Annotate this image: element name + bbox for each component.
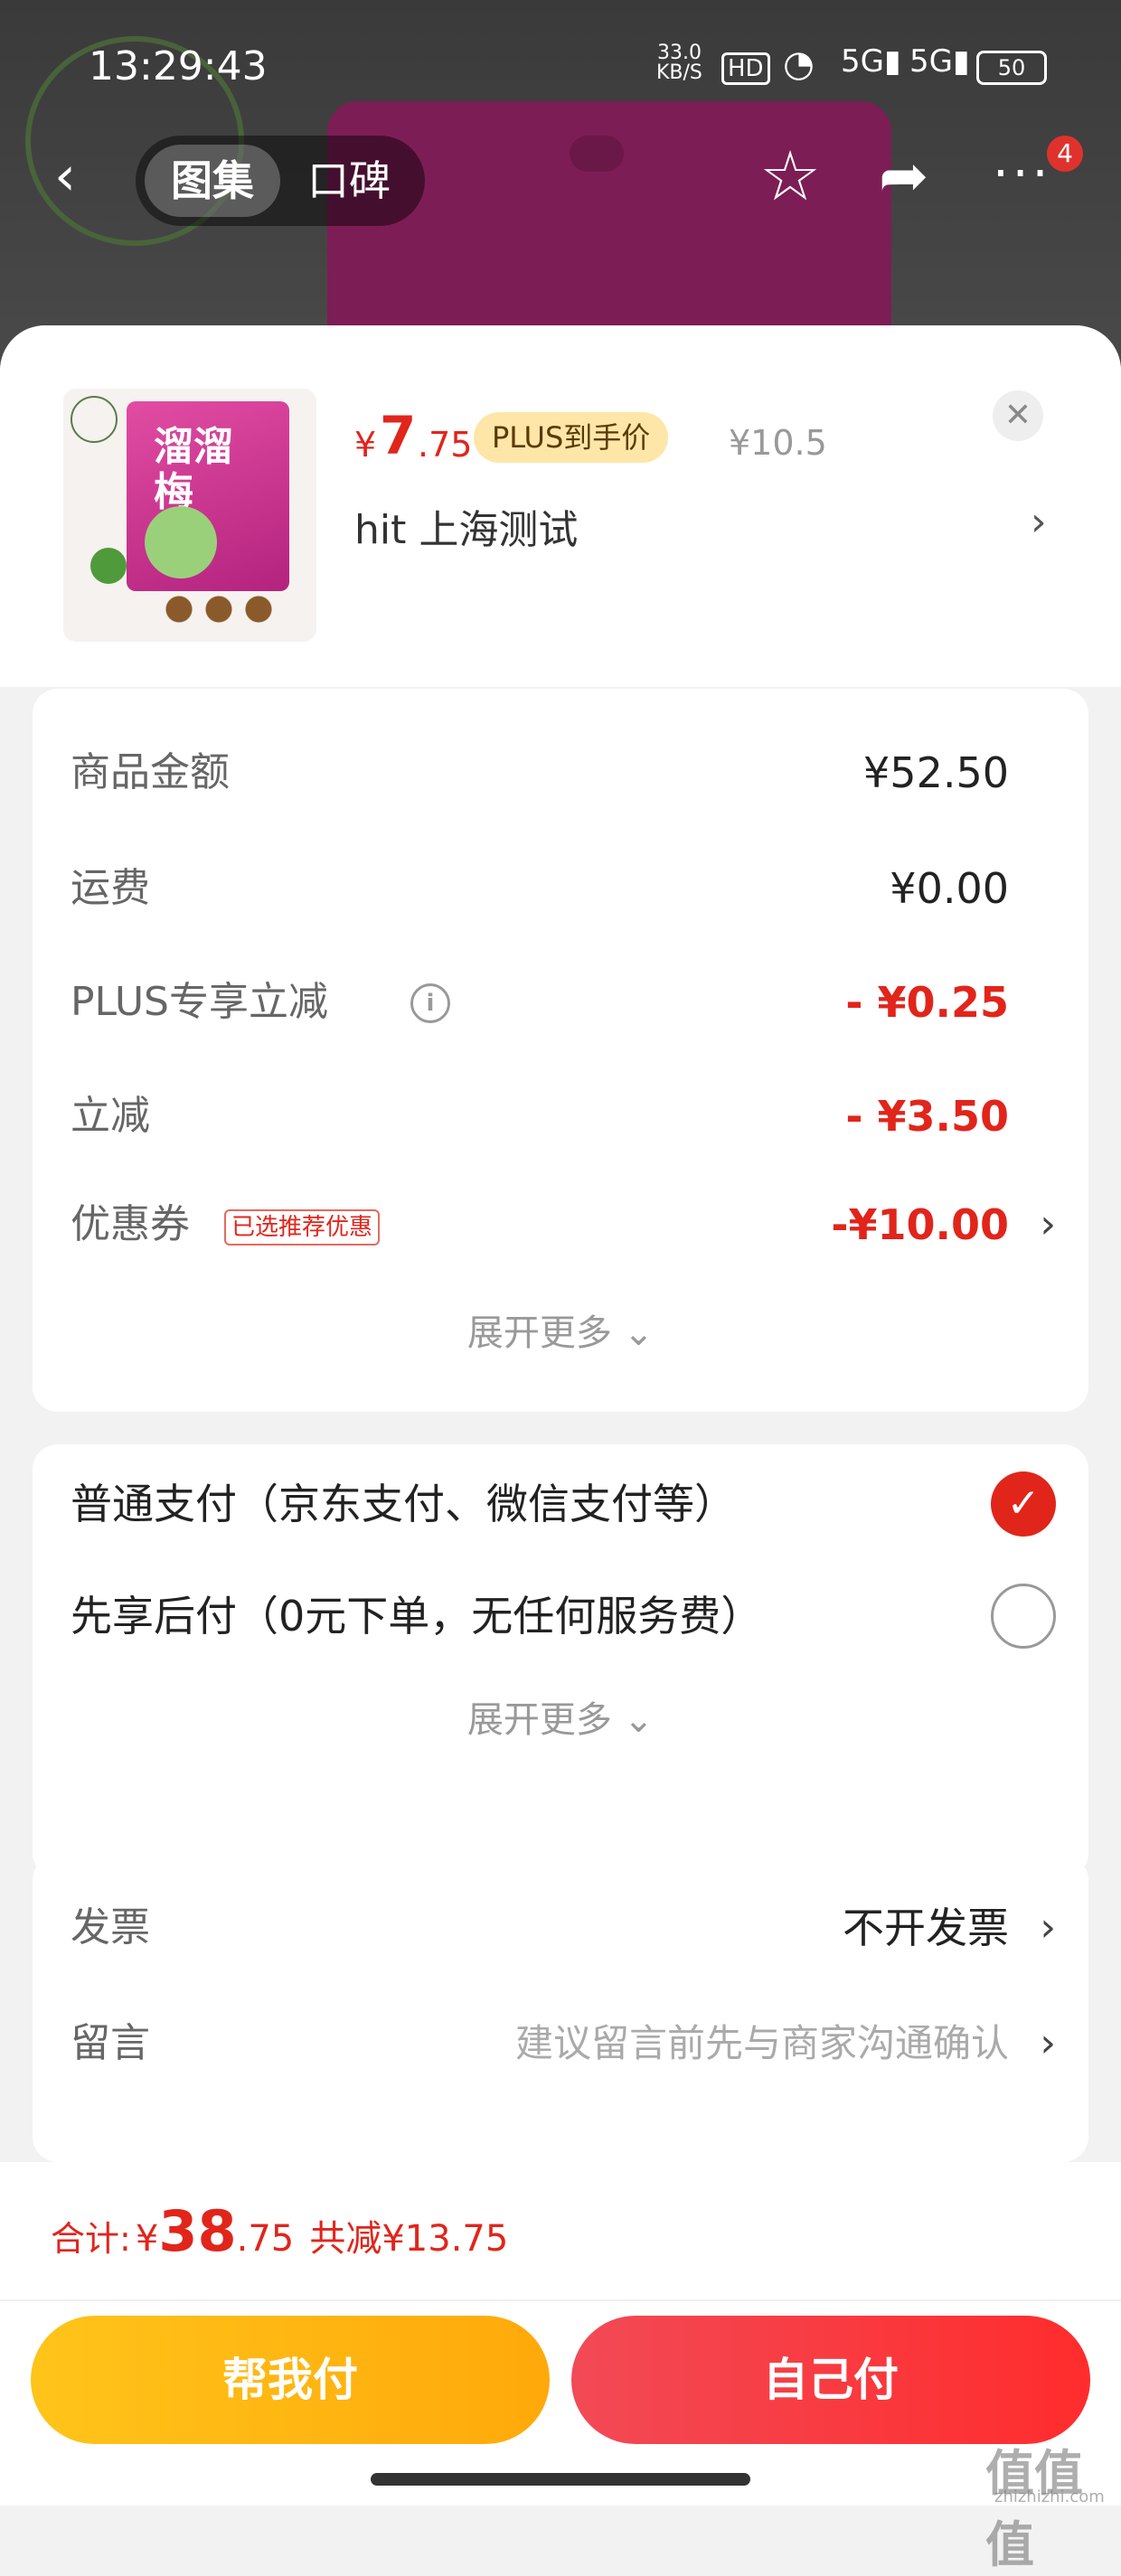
total-integer: 38 [158,2198,237,2264]
chevron-right-icon[interactable]: › [1040,2003,1056,2084]
order-extras-card: 发票 不开发票 › 留言 建议留言前先与商家沟通确认 › [33,1855,1088,2162]
product-thumbnail[interactable]: 溜溜梅 [63,389,316,642]
checkout-footer: 合计: ¥38.75 共减¥13.75 帮我付 自己付 值值值 zhizhizh… [0,2162,1121,2573]
summary-label: 运费 [71,865,150,911]
expand-more-label: 展开更多 [466,1312,612,1354]
total-decimal: .75 [236,2218,295,2260]
tab-reviews[interactable]: 口碑 [307,145,416,217]
package-hang-hole [570,136,624,172]
coupon-tag: 已选推荐优惠 [224,1209,381,1246]
signal-icon-2: 5G▮ [909,43,970,80]
total-saved: 共减¥13.75 [309,2218,509,2260]
watermark-url: zhizhizhi.com [994,2487,1105,2506]
price-integer: 7 [380,405,417,466]
checked-icon[interactable]: ✓ [991,1471,1056,1537]
expand-more-label: 展开更多 [466,1699,612,1741]
wifi-icon: ◔ [783,43,815,85]
share-icon[interactable]: ➦ [879,141,928,211]
product-image-text: 溜溜梅 [154,424,233,515]
payment-option-standard[interactable]: 普通支付（京东支付、微信支付等） ✓ [71,1459,1056,1549]
message-placeholder[interactable]: 建议留言前先与商家沟通确认 [515,2003,1009,2084]
expand-more-button[interactable]: 展开更多 ⌄ [33,1690,1088,1743]
summary-row-plus-discount: PLUS专享立减 i - ¥0.25 [71,962,1056,1043]
product-spec[interactable]: hit 上海测试 [354,497,578,555]
price-currency: ¥ [354,425,377,465]
payment-option-pay-later[interactable]: 先享后付（0元下单，无任何服务费） [71,1571,1056,1661]
summary-row-shipping: 运费 ¥0.00 [71,848,1056,929]
summary-label: 优惠券 [71,1201,190,1247]
brand-logo-small [71,396,118,443]
gallery-tabs: 图集 口碑 [136,136,425,226]
battery-icon: 50 [976,51,1047,85]
radio-unchecked-icon[interactable] [991,1584,1056,1649]
tab-gallery[interactable]: 图集 [145,145,280,217]
plums-graphic [163,593,280,625]
tree-graphic [90,548,127,584]
network-speed: 33.0 KB/S [656,43,702,83]
close-button[interactable]: ✕ [993,390,1043,441]
summary-value: - ¥0.25 [845,978,1009,1027]
expand-more-button[interactable]: 展开更多 ⌄ [33,1303,1088,1356]
summary-row-coupon[interactable]: 优惠券 已选推荐优惠 -¥10.00 › [71,1184,1056,1265]
summary-label: 立减 [71,1093,150,1139]
summary-row-instant-discount: 立减 - ¥3.50 [71,1076,1056,1157]
invoice-row[interactable]: 发票 不开发票 › [71,1887,1056,1969]
original-price: ¥10.5 [729,423,827,463]
total-label: 合计: [51,2219,131,2259]
price-decimal: .75 [418,425,473,465]
signal-label: 5G [841,43,884,80]
message-badge: 4 [1047,136,1083,172]
info-icon[interactable]: i [410,983,450,1023]
network-speed-unit: KB/S [656,61,702,84]
invoice-value: 不开发票 [843,1904,1009,1952]
status-time: 13:29:43 [89,43,268,89]
hd-icon: HD [721,52,770,85]
signal-label-2: 5G [909,43,953,80]
summary-value: -¥10.00 [831,1200,1009,1249]
summary-label: PLUS专享立减 [71,979,328,1025]
product-header: 溜溜梅 ¥ 7 .75 PLUS到手价 ¥10.5 ✕ hit 上海测试 › [0,325,1121,687]
chevron-right-icon[interactable]: › [1040,1887,1056,1969]
message-row[interactable]: 留言 建议留言前先与商家沟通确认 › [71,2003,1056,2084]
order-total: 合计: ¥38.75 共减¥13.75 [51,2198,508,2264]
chevron-down-icon: ⌄ [623,1312,655,1354]
chevron-down-icon: ⌄ [623,1699,655,1741]
summary-row-goods: 商品金额 ¥52.50 [71,732,1056,813]
message-label: 留言 [71,2020,150,2066]
price-summary-card: 商品金额 ¥52.50 运费 ¥0.00 PLUS专享立减 i - ¥0.25 … [33,689,1088,1412]
payment-method-card: 普通支付（京东支付、微信支付等） ✓ 先享后付（0元下单，无任何服务费） 展开更… [33,1444,1088,1878]
more-icon[interactable]: ··· [993,145,1051,203]
home-indicator[interactable] [371,2473,750,2486]
chevron-right-icon[interactable]: › [1031,499,1047,545]
payment-option-label: 普通支付（京东支付、微信支付等） [71,1480,736,1528]
total-currency: ¥ [135,2218,159,2260]
invoice-label: 发票 [71,1904,150,1951]
chevron-right-icon[interactable]: › [1040,1184,1056,1265]
summary-value: - ¥3.50 [845,1092,1009,1141]
signal-icon: 5G▮ [841,43,901,80]
plus-price-badge: PLUS到手价 [474,412,669,463]
summary-value: ¥52.50 [863,748,1009,797]
summary-label: 商品金额 [71,749,230,795]
divider [0,2299,1121,2301]
back-arrow-icon[interactable]: ‹ [54,145,76,208]
summary-value: ¥0.00 [890,864,1009,913]
pay-myself-button[interactable]: 自己付 [571,2316,1090,2444]
status-bar: 13:29:43 33.0 KB/S HD ◔ 5G▮ 5G▮ 50 [0,0,1121,136]
pay-for-me-button[interactable]: 帮我付 [31,2316,550,2444]
payment-option-label: 先享后付（0元下单，无任何服务费） [71,1592,763,1641]
favorite-star-icon[interactable]: ☆ [759,136,821,216]
plum-graphic [145,506,217,578]
